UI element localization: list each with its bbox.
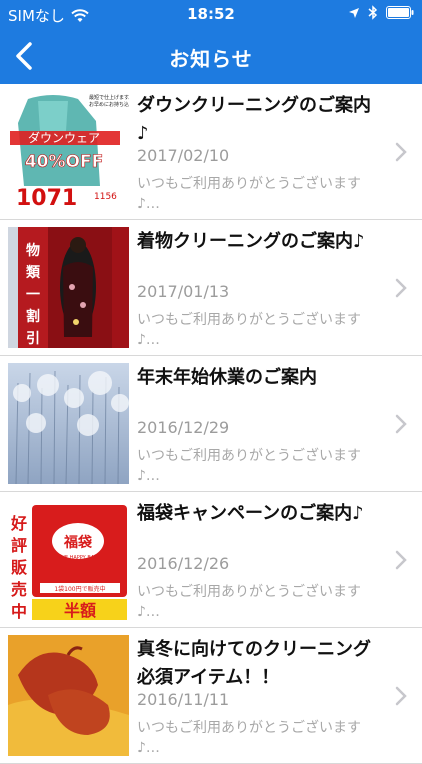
chevron-right-icon (394, 278, 408, 298)
location-arrow-icon (348, 7, 360, 19)
svg-text:1071: 1071 (16, 186, 77, 211)
list-item[interactable]: 物 類 一 割 引 着物クリーニングのご案内♪ 2017/01/13 いつもご利… (0, 220, 422, 356)
svg-text:一: 一 (26, 287, 40, 303)
svg-text:中: 中 (11, 602, 27, 620)
svg-text:半額: 半額 (64, 601, 96, 620)
item-excerpt: いつもご利用ありがとうございます♪… (137, 584, 361, 620)
item-excerpt: いつもご利用ありがとうございます♪… (137, 448, 361, 484)
item-title: ダウンクリーニングのご案内♪ (137, 95, 371, 144)
item-title: 福袋キャンペーンのご案内♪ (137, 503, 364, 524)
item-title: 年末年始休業のご案内 (137, 367, 317, 388)
svg-text:物: 物 (26, 242, 40, 259)
thumbnail-image: ダウンウェア 40%OFF 1071 1156 最短で仕上げます。 お早めにお持… (8, 91, 129, 212)
list-item[interactable]: ダウンウェア 40%OFF 1071 1156 最短で仕上げます。 お早めにお持… (0, 84, 422, 220)
list-item[interactable]: 好 評 販 売 中 福袋 THE HAPPY BAG 1袋100円で販売中 半額… (0, 492, 422, 628)
svg-text:THE HAPPY BAG: THE HAPPY BAG (57, 555, 98, 561)
bluetooth-icon (368, 5, 378, 20)
thumbnail-image (8, 635, 129, 756)
svg-text:福袋: 福袋 (63, 534, 93, 551)
item-date: 2016/12/26 (137, 554, 230, 573)
thumbnail-image: 物 類 一 割 引 (8, 227, 129, 348)
chevron-right-icon (394, 142, 408, 162)
svg-text:1袋100円で販売中: 1袋100円で販売中 (54, 585, 105, 593)
svg-text:お早めにお持ち込み下さい。: お早めにお持ち込み下さい。 (89, 101, 129, 108)
news-list: ダウンウェア 40%OFF 1071 1156 最短で仕上げます。 お早めにお持… (0, 84, 422, 764)
item-date: 2016/12/29 (137, 418, 230, 437)
status-right-icons (348, 5, 414, 20)
item-date: 2017/01/13 (137, 282, 230, 301)
svg-text:好: 好 (10, 514, 27, 533)
item-excerpt: いつもご利用ありがとうございます♪… (137, 312, 361, 348)
item-date: 2016/11/11 (137, 690, 230, 709)
svg-text:40%OFF: 40%OFF (25, 152, 103, 172)
list-item[interactable]: 年末年始休業のご案内 2016/12/29 いつもご利用ありがとうございます♪… (0, 356, 422, 492)
svg-text:売: 売 (11, 580, 27, 599)
thumbnail-image: 好 評 販 売 中 福袋 THE HAPPY BAG 1袋100円で販売中 半額 (8, 499, 129, 620)
battery-icon (386, 6, 414, 19)
item-excerpt: いつもご利用ありがとうございます♪… (137, 176, 361, 212)
svg-text:ダウンウェア: ダウンウェア (28, 130, 100, 145)
item-title: 着物クリーニングのご案内♪ (137, 231, 365, 252)
page-title: お知らせ (169, 47, 253, 71)
svg-text:引: 引 (26, 331, 40, 347)
chevron-right-icon (394, 414, 408, 434)
list-item[interactable]: 真冬に向けてのクリーニング必須アイテム！！ 2016/11/11 いつもご利用あ… (0, 628, 422, 764)
thumbnail-image (8, 363, 129, 484)
status-bar: SIMなし 18:52 (0, 0, 422, 28)
svg-text:最短で仕上げます。: 最短で仕上げます。 (89, 94, 129, 101)
item-date: 2017/02/10 (137, 146, 230, 165)
svg-text:販: 販 (11, 558, 28, 577)
svg-text:評: 評 (11, 536, 27, 555)
svg-text:類: 類 (25, 265, 41, 281)
item-title: 真冬に向けてのクリーニング必須アイテム！！ (137, 639, 371, 688)
svg-text:割: 割 (26, 308, 40, 325)
chevron-right-icon (394, 550, 408, 570)
item-excerpt: いつもご利用ありがとうございます♪… (137, 720, 361, 756)
chevron-right-icon (394, 686, 408, 706)
navigation-bar: お知らせ (0, 28, 422, 84)
svg-text:1156: 1156 (94, 192, 117, 202)
